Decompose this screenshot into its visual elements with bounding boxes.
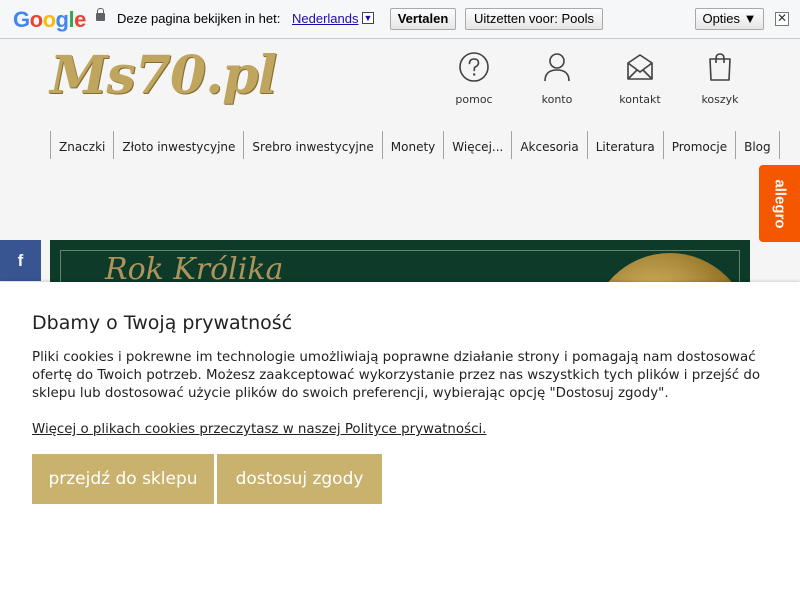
contact-label: kontakt — [619, 93, 661, 106]
nav-item-blog[interactable]: Blog — [735, 131, 780, 159]
customize-consents-button[interactable]: dostosuj zgody — [217, 454, 382, 504]
google-logo-letter: o — [42, 7, 56, 32]
shopping-bag-icon — [709, 53, 731, 81]
account-label: konto — [541, 93, 573, 106]
cart-label: koszyk — [701, 93, 739, 106]
nav-item-literatura[interactable]: Literatura — [586, 131, 663, 159]
google-logo-letter: e — [74, 7, 86, 32]
cookie-description: Pliki cookies i pokrewne im technologie … — [32, 350, 761, 401]
options-button[interactable]: Opties ▼ — [695, 8, 764, 30]
cookie-title: Dbamy o Twoją prywatność — [32, 312, 293, 334]
help-link[interactable]: pomoc — [439, 51, 509, 106]
user-icon — [544, 53, 570, 82]
cookie-consent-panel: Dbamy o Twoją prywatność Pliki cookies i… — [0, 282, 800, 600]
language-select-link[interactable]: Nederlands — [292, 11, 359, 26]
contact-link[interactable]: kontakt — [605, 51, 675, 106]
nav-item-srebro[interactable]: Srebro inwestycyjne — [243, 131, 381, 159]
account-link[interactable]: konto — [522, 51, 592, 106]
lock-icon — [96, 8, 105, 21]
google-logo: Google — [13, 7, 86, 33]
site-logo[interactable]: Ms70.pl — [50, 45, 277, 106]
envelope-icon — [627, 54, 653, 80]
google-logo-letter: o — [29, 7, 43, 32]
allegro-button[interactable]: allegro — [759, 165, 800, 242]
main-nav: Znaczki Złoto inwestycyjne Srebro inwest… — [50, 131, 780, 159]
nav-item-monety[interactable]: Monety — [381, 131, 444, 159]
google-translate-bar: Google Deze pagina bekijken in het: Nede… — [0, 0, 800, 39]
language-dropdown-icon[interactable]: ▼ — [362, 12, 374, 24]
nav-item-akcesoria[interactable]: Akcesoria — [511, 131, 586, 159]
privacy-policy-link[interactable]: Więcej o plikach cookies przeczytasz w n… — [32, 421, 486, 439]
google-logo-letter: G — [13, 7, 30, 32]
nav-item-wiecej[interactable]: Więcej... — [443, 131, 511, 159]
allegro-label: allegro — [771, 178, 788, 229]
translate-prompt: Deze pagina bekijken in het: — [117, 11, 281, 26]
google-logo-letter: g — [55, 7, 69, 32]
go-to-shop-button[interactable]: przejdź do sklepu — [32, 454, 214, 504]
question-circle-icon — [459, 52, 489, 82]
close-icon[interactable]: ✕ — [775, 12, 789, 26]
nav-item-promocje[interactable]: Promocje — [662, 131, 735, 159]
translate-button[interactable]: Vertalen — [390, 8, 456, 30]
cart-link[interactable]: koszyk — [685, 51, 755, 106]
turn-off-for-language-button[interactable]: Uitzetten voor: Pools — [465, 8, 603, 30]
facebook-icon[interactable]: f — [0, 240, 41, 281]
nav-item-znaczki[interactable]: Znaczki — [50, 131, 113, 159]
help-label: pomoc — [455, 93, 493, 106]
nav-item-zloto[interactable]: Złoto inwestycyjne — [113, 131, 243, 159]
